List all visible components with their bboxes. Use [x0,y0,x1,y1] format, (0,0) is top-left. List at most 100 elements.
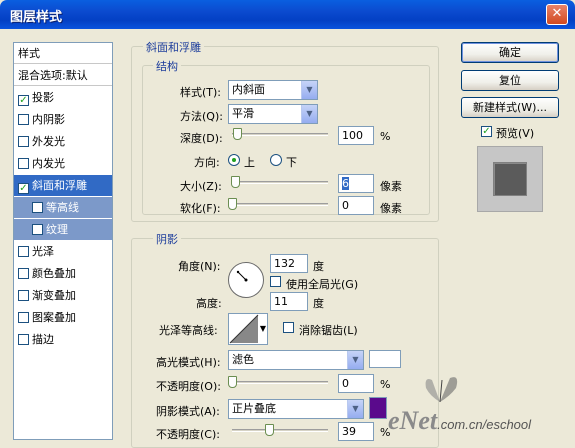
checkbox-icon[interactable] [18,114,29,125]
style-item-6[interactable]: 纹理 [14,219,112,240]
style-label: 样式(T): [180,86,222,99]
style-item-2[interactable]: 外发光 [14,131,112,152]
bevel-group-title: 斜面和浮雕 [143,39,204,55]
highlight-mode-value: 滤色 [232,353,254,366]
shadow-mode-label: 阴影模式(A): [156,405,220,418]
blending-options-item[interactable]: 混合选项:默认 [14,65,112,86]
angle-input[interactable]: 132 [270,254,308,273]
depth-input[interactable]: 100 [338,126,374,145]
angle-unit: 度 [313,260,324,273]
antialias-checkbox[interactable] [283,322,294,333]
gloss-contour-picker[interactable]: ▼ [228,313,268,345]
chevron-down-icon: ▼ [301,105,317,123]
global-light-label: 使用全局光(G) [286,278,359,291]
depth-unit: % [380,130,391,143]
highlight-color-swatch[interactable] [369,350,401,368]
checkbox-checked-icon[interactable]: ✓ [18,183,29,194]
style-item-label: 纹理 [46,223,68,236]
close-button[interactable]: ✕ [546,4,568,25]
chevron-down-icon: ▼ [347,400,363,418]
direction-up-label: 上 [244,156,255,169]
shadow-opacity-input[interactable]: 39 [338,422,374,441]
style-item-label: 光泽 [32,245,54,258]
bevel-style-value: 内斜面 [232,83,265,96]
highlight-opacity-unit: % [380,378,391,391]
soften-input[interactable]: 0 [338,196,374,215]
chevron-down-icon: ▼ [347,351,363,369]
shadow-color-swatch[interactable] [369,397,387,419]
checkbox-icon[interactable] [18,334,29,345]
size-input[interactable]: 6 [338,174,374,193]
style-item-3[interactable]: 内发光 [14,153,112,174]
angle-indicator-icon [236,270,248,282]
depth-slider-track[interactable] [232,133,328,136]
bevel-style-select[interactable]: 内斜面 ▼ [228,80,318,100]
style-item-5[interactable]: 等高线 [14,197,112,218]
title-bar: 图层样式 ✕ [0,0,575,29]
technique-label: 方法(Q): [180,110,223,123]
gloss-contour-label: 光泽等高线: [159,324,218,337]
shadow-opacity-track[interactable] [232,429,328,432]
highlight-mode-select[interactable]: 滤色 ▼ [228,350,364,370]
size-unit: 像素 [380,180,402,193]
angle-label: 角度(N): [178,260,221,273]
altitude-input[interactable]: 11 [270,292,308,311]
direction-down-label: 下 [286,156,297,169]
checkbox-icon[interactable] [18,268,29,279]
direction-down-radio[interactable] [270,154,282,166]
technique-select[interactable]: 平滑 ▼ [228,104,318,124]
preview-checkbox[interactable]: ✓ [481,126,492,137]
style-list: 样式 混合选项:默认 ✓ 投影 内阴影 外发光 内发光 ✓ 斜面和浮雕 等高线纹理光泽颜色叠加… [13,42,113,440]
preview-square [493,162,527,196]
style-item-9[interactable]: 渐变叠加 [14,285,112,306]
soften-slider-track[interactable] [232,203,328,206]
depth-slider-thumb[interactable] [232,128,242,140]
highlight-opacity-label: 不透明度(O): [156,380,221,393]
preview-thumbnail [477,146,543,212]
style-item-0[interactable]: ✓ 投影 [14,87,112,108]
style-item-8[interactable]: 颜色叠加 [14,263,112,284]
angle-dial[interactable] [228,262,264,298]
highlight-opacity-input[interactable]: 0 [338,374,374,393]
checkbox-icon[interactable] [18,158,29,169]
close-icon: ✕ [551,6,563,21]
checkbox-icon[interactable] [18,290,29,301]
altitude-unit: 度 [313,297,324,310]
shadow-opacity-thumb[interactable] [265,424,275,436]
style-item-11[interactable]: 描边 [14,329,112,350]
style-item-label: 图案叠加 [32,311,76,324]
preview-label: 预览(V) [496,127,535,140]
checkbox-icon[interactable] [18,136,29,147]
chevron-down-icon: ▼ [259,324,266,333]
new-style-button[interactable]: 新建样式(W)... [461,97,559,118]
highlight-mode-label: 高光模式(H): [156,356,221,369]
ok-button[interactable]: 确定 [461,42,559,63]
soften-label: 软化(F): [180,202,221,215]
global-light-checkbox[interactable] [270,276,281,287]
style-item-4[interactable]: ✓ 斜面和浮雕 [14,175,112,196]
soften-slider-thumb[interactable] [228,198,237,210]
checkbox-icon[interactable] [32,202,43,213]
window-title: 图层样式 [10,10,63,25]
size-label: 大小(Z): [180,180,222,193]
shadow-mode-select[interactable]: 正片叠底 ▼ [228,399,364,419]
reset-button[interactable]: 复位 [461,70,559,91]
checkbox-icon[interactable] [32,224,43,235]
size-slider-thumb[interactable] [230,176,240,188]
style-list-header[interactable]: 样式 [14,43,112,64]
watermark-url: .com.cn/eschool [437,417,532,432]
shadow-mode-value: 正片叠底 [232,402,276,415]
style-item-1[interactable]: 内阴影 [14,109,112,130]
style-item-label: 颜色叠加 [32,267,76,280]
style-item-10[interactable]: 图案叠加 [14,307,112,328]
watermark-brand: eNet [388,406,438,435]
shading-group-title: 阴影 [153,231,181,247]
checkbox-icon[interactable] [18,246,29,257]
checkbox-checked-icon[interactable]: ✓ [18,95,29,106]
direction-up-radio[interactable] [228,154,240,166]
highlight-opacity-track[interactable] [232,381,328,384]
checkbox-icon[interactable] [18,312,29,323]
style-item-7[interactable]: 光泽 [14,241,112,262]
highlight-opacity-thumb[interactable] [228,376,237,388]
size-slider-track[interactable] [232,181,328,184]
